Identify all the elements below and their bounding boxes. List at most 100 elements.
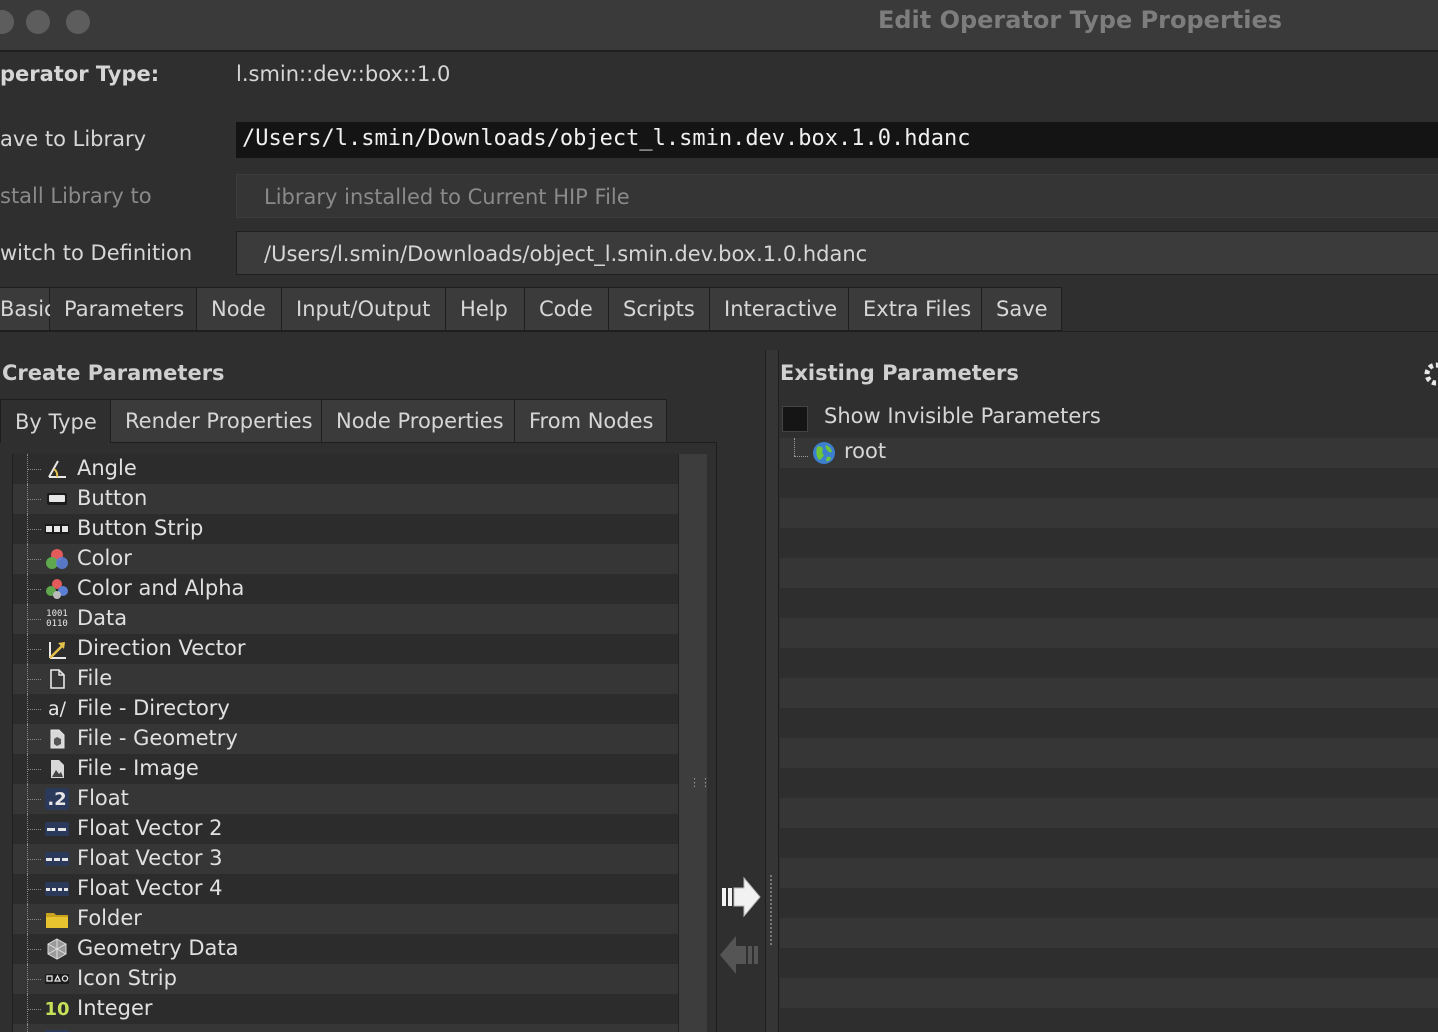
list-item-label: Button: [77, 486, 148, 510]
table-row[interactable]: root: [780, 438, 1438, 468]
float-vector4-icon: [45, 878, 69, 900]
tab-scripts[interactable]: Scripts: [609, 287, 710, 331]
switch-definition-label: witch to Definition: [0, 241, 193, 265]
install-library-dropdown[interactable]: Library installed to Current HIP File: [236, 174, 1438, 218]
tab-divider: [0, 331, 1438, 332]
list-item-label: Integer: [77, 996, 153, 1020]
list-item[interactable]: Icon Strip: [13, 964, 679, 994]
list-item[interactable]: .2 Float: [13, 784, 679, 814]
arrow-right-icon: [722, 876, 761, 918]
scrollbar-grip-icon[interactable]: ⋮⋮: [689, 776, 711, 789]
list-item-label: File - Image: [77, 756, 199, 780]
gear-icon[interactable]: [1420, 356, 1438, 392]
float-vector3-icon: [45, 848, 69, 870]
tab-code[interactable]: Code: [525, 287, 609, 331]
geometry-data-icon: [45, 938, 69, 960]
main-tabs: Basic Parameters Node Input/Output Help …: [0, 287, 1062, 331]
data-icon: 1001 0110: [46, 609, 68, 629]
list-item-label: Float Vector 4: [77, 876, 223, 900]
file-directory-icon: a/: [47, 698, 67, 720]
save-to-library-input[interactable]: /Users/l.smin/Downloads/object_l.smin.de…: [236, 122, 1438, 158]
list-item-label: Float Vector 2: [77, 816, 223, 840]
switch-definition-dropdown[interactable]: /Users/l.smin/Downloads/object_l.smin.de…: [236, 231, 1438, 275]
install-library-label: stall Library to: [0, 184, 152, 208]
list-item-label: File - Geometry: [77, 726, 238, 750]
file-geometry-icon: [45, 728, 69, 750]
list-item[interactable]: [13, 1024, 679, 1032]
list-item-label: Button Strip: [77, 516, 204, 540]
float-icon: .2: [45, 788, 69, 810]
list-item-label: Angle: [77, 456, 137, 480]
parameter-type-list: Angle Button Button Strip Color Color an…: [12, 454, 679, 1032]
file-icon: [45, 668, 69, 690]
list-item-label: Float: [77, 786, 129, 810]
list-item[interactable]: Geometry Data: [13, 934, 679, 964]
list-item[interactable]: Float Vector 4: [13, 874, 679, 904]
list-item-label: Data: [77, 606, 128, 630]
tab-interactive[interactable]: Interactive: [710, 287, 849, 331]
list-item[interactable]: Color: [13, 544, 679, 574]
list-item[interactable]: Folder: [13, 904, 679, 934]
panel-splitter[interactable]: [765, 350, 779, 1032]
remove-parameter-button[interactable]: [718, 930, 762, 980]
tab-input-output[interactable]: Input/Output: [282, 287, 446, 331]
list-item[interactable]: Angle: [13, 454, 679, 484]
list-item-label: File: [77, 666, 113, 690]
tab-basic[interactable]: Basic: [0, 287, 56, 331]
list-item[interactable]: 1001 0110 Data: [13, 604, 679, 634]
list-item-label: Geometry Data: [77, 936, 239, 960]
color-icon: [45, 548, 69, 570]
create-parameters-subtabs: By Type Render Properties Node Propertie…: [0, 399, 667, 443]
list-item-label: Direction Vector: [77, 636, 246, 660]
color-alpha-icon: [45, 578, 69, 600]
existing-parameters-title: Existing Parameters: [780, 361, 1019, 385]
show-invisible-checkbox[interactable]: [782, 406, 808, 432]
button-strip-icon: [45, 518, 69, 540]
list-item[interactable]: Color and Alpha: [13, 574, 679, 604]
operator-type-label: perator Type:: [0, 62, 160, 86]
icon-strip-icon: [45, 968, 69, 990]
list-item[interactable]: Float Vector 2: [13, 814, 679, 844]
arrow-left-icon: [720, 936, 758, 974]
list-item[interactable]: File - Image: [13, 754, 679, 784]
list-item-label: Icon Strip: [77, 966, 177, 990]
list-item[interactable]: a/ File - Directory: [13, 694, 679, 724]
minimize-window-button[interactable]: [26, 10, 50, 34]
create-parameters-title: Create Parameters: [2, 361, 225, 385]
tab-parameters[interactable]: Parameters: [50, 287, 197, 331]
button-icon: [45, 488, 69, 510]
subtab-render-properties[interactable]: Render Properties: [111, 399, 322, 443]
list-item[interactable]: File: [13, 664, 679, 694]
list-item[interactable]: Direction Vector: [13, 634, 679, 664]
float-vector2-icon: [45, 818, 69, 840]
direction-vector-icon: [45, 638, 69, 660]
subtab-node-properties[interactable]: Node Properties: [322, 399, 515, 443]
zoom-window-button[interactable]: [66, 10, 90, 34]
save-to-library-label: ave to Library: [0, 127, 147, 151]
list-scrollbar[interactable]: ⋮⋮: [678, 454, 711, 1032]
list-item-label: Folder: [77, 906, 142, 930]
list-item[interactable]: Float Vector 3: [13, 844, 679, 874]
add-parameter-button[interactable]: [718, 872, 762, 922]
integer-vector-icon: [45, 1028, 69, 1032]
list-item-label: Color and Alpha: [77, 576, 245, 600]
list-item-label: Float Vector 3: [77, 846, 223, 870]
list-item[interactable]: Button: [13, 484, 679, 514]
root-label: root: [844, 439, 887, 463]
show-invisible-label: Show Invisible Parameters: [824, 404, 1101, 428]
subtab-from-nodes[interactable]: From Nodes: [515, 399, 667, 443]
tab-node[interactable]: Node: [197, 287, 282, 331]
list-item[interactable]: 10 Integer: [13, 994, 679, 1024]
integer-icon: 10: [44, 998, 70, 1020]
tab-save[interactable]: Save: [982, 287, 1062, 331]
tab-help[interactable]: Help: [446, 287, 525, 331]
existing-parameters-tree: root: [780, 438, 1438, 1032]
list-item[interactable]: Button Strip: [13, 514, 679, 544]
angle-icon: [45, 458, 69, 480]
list-item[interactable]: File - Geometry: [13, 724, 679, 754]
close-window-button[interactable]: [0, 10, 14, 34]
list-item-label: File - Directory: [77, 696, 230, 720]
globe-icon: [812, 441, 836, 469]
subtab-by-type[interactable]: By Type: [0, 399, 111, 443]
tab-extra-files[interactable]: Extra Files: [849, 287, 982, 331]
